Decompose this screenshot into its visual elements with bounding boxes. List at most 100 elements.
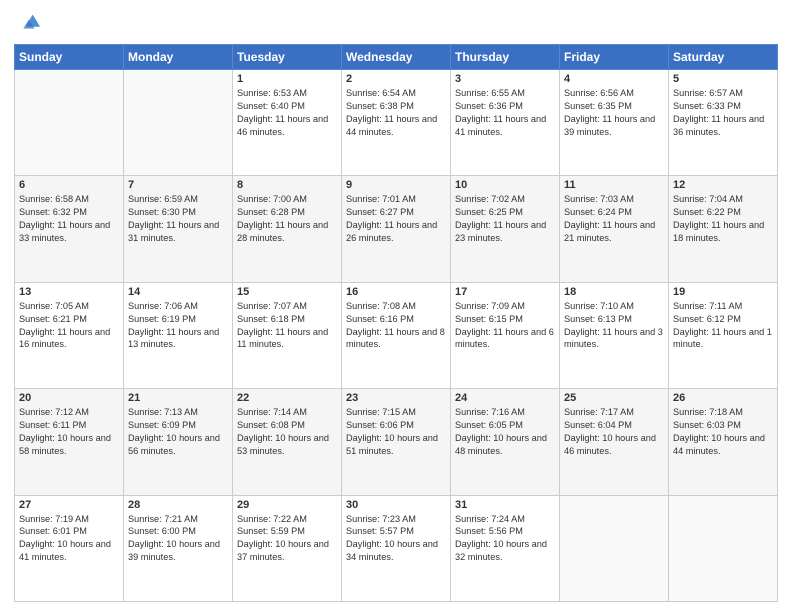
- day-info: Sunrise: 7:10 AM Sunset: 6:13 PM Dayligh…: [564, 300, 664, 352]
- day-info: Sunrise: 7:11 AM Sunset: 6:12 PM Dayligh…: [673, 300, 773, 352]
- day-number: 27: [19, 499, 119, 511]
- calendar-cell: 1 Sunrise: 6:53 AM Sunset: 6:40 PM Daylig…: [233, 70, 342, 176]
- calendar-cell: [124, 70, 233, 176]
- calendar-cell: 11Sunrise: 7:03 AM Sunset: 6:24 PM Dayli…: [560, 176, 669, 282]
- calendar-cell: 14 Sunrise: 7:06 AM Sunset: 6:19 PM Dayli…: [124, 282, 233, 388]
- calendar-cell: 20 Sunrise: 7:12 AM Sunset: 6:11 PM Dayli…: [15, 389, 124, 495]
- day-info: Sunrise: 7:06 AM Sunset: 6:19 PM Dayligh…: [128, 300, 228, 352]
- day-info: Sunrise: 6:55 AM Sunset: 6:36 PM Dayligh…: [455, 87, 555, 139]
- calendar-cell: [669, 495, 778, 601]
- calendar-cell: 17Sunrise: 7:09 AM Sunset: 6:15 PM Dayli…: [451, 282, 560, 388]
- calendar-header-row: SundayMondayTuesdayWednesdayThursdayFrid…: [15, 45, 778, 70]
- day-info: Sunrise: 7:19 AM Sunset: 6:01 PM Dayligh…: [19, 513, 119, 565]
- day-number: 20: [19, 392, 119, 404]
- calendar-cell: 7 Sunrise: 6:59 AM Sunset: 6:30 PM Daylig…: [124, 176, 233, 282]
- calendar-cell: 18 Sunrise: 7:10 AM Sunset: 6:13 PM Dayli…: [560, 282, 669, 388]
- day-number: 30: [346, 499, 446, 511]
- header: [14, 10, 778, 38]
- calendar-cell: 24 Sunrise: 7:16 AM Sunset: 6:05 PM Dayli…: [451, 389, 560, 495]
- day-number: 11: [564, 179, 664, 191]
- calendar-cell: 29 Sunrise: 7:22 AM Sunset: 5:59 PM Dayli…: [233, 495, 342, 601]
- calendar-cell: 5 Sunrise: 6:57 AM Sunset: 6:33 PM Daylig…: [669, 70, 778, 176]
- day-header-wednesday: Wednesday: [342, 45, 451, 70]
- day-info: Sunrise: 7:00 AM Sunset: 6:28 PM Dayligh…: [237, 193, 337, 245]
- calendar-cell: 28 Sunrise: 7:21 AM Sunset: 6:00 PM Dayli…: [124, 495, 233, 601]
- calendar-cell: 6Sunrise: 6:58 AM Sunset: 6:32 PM Daylig…: [15, 176, 124, 282]
- day-info: Sunrise: 7:13 AM Sunset: 6:09 PM Dayligh…: [128, 406, 228, 458]
- day-info: Sunrise: 6:57 AM Sunset: 6:33 PM Dayligh…: [673, 87, 773, 139]
- calendar-cell: 31 Sunrise: 7:24 AM Sunset: 5:56 PM Dayli…: [451, 495, 560, 601]
- day-number: 7: [128, 179, 228, 191]
- calendar-cell: 16Sunrise: 7:08 AM Sunset: 6:16 PM Dayli…: [342, 282, 451, 388]
- day-number: 29: [237, 499, 337, 511]
- calendar-cell: 15 Sunrise: 7:07 AM Sunset: 6:18 PM Dayli…: [233, 282, 342, 388]
- calendar-cell: 19 Sunrise: 7:11 AM Sunset: 6:12 PM Dayli…: [669, 282, 778, 388]
- day-number: 12: [673, 179, 773, 191]
- day-info: Sunrise: 6:54 AM Sunset: 6:38 PM Dayligh…: [346, 87, 446, 139]
- calendar-cell: 30 Sunrise: 7:23 AM Sunset: 5:57 PM Dayli…: [342, 495, 451, 601]
- calendar-week-3: 13Sunrise: 7:05 AM Sunset: 6:21 PM Dayli…: [15, 282, 778, 388]
- day-number: 14: [128, 286, 228, 298]
- calendar-week-4: 20 Sunrise: 7:12 AM Sunset: 6:11 PM Dayli…: [15, 389, 778, 495]
- calendar-cell: 25 Sunrise: 7:17 AM Sunset: 6:04 PM Dayli…: [560, 389, 669, 495]
- logo: [14, 10, 46, 38]
- day-info: Sunrise: 6:56 AM Sunset: 6:35 PM Dayligh…: [564, 87, 664, 139]
- day-info: Sunrise: 6:53 AM Sunset: 6:40 PM Dayligh…: [237, 87, 337, 139]
- calendar-cell: 9Sunrise: 7:01 AM Sunset: 6:27 PM Daylig…: [342, 176, 451, 282]
- day-header-tuesday: Tuesday: [233, 45, 342, 70]
- calendar-cell: 12Sunrise: 7:04 AM Sunset: 6:22 PM Dayli…: [669, 176, 778, 282]
- calendar-cell: 8 Sunrise: 7:00 AM Sunset: 6:28 PM Daylig…: [233, 176, 342, 282]
- day-info: Sunrise: 7:08 AM Sunset: 6:16 PM Dayligh…: [346, 300, 446, 352]
- day-info: Sunrise: 7:02 AM Sunset: 6:25 PM Dayligh…: [455, 193, 555, 245]
- day-number: 1: [237, 73, 337, 85]
- day-number: 23: [346, 392, 446, 404]
- day-info: Sunrise: 7:22 AM Sunset: 5:59 PM Dayligh…: [237, 513, 337, 565]
- day-number: 31: [455, 499, 555, 511]
- calendar-cell: 22Sunrise: 7:14 AM Sunset: 6:08 PM Dayli…: [233, 389, 342, 495]
- day-info: Sunrise: 7:16 AM Sunset: 6:05 PM Dayligh…: [455, 406, 555, 458]
- day-number: 21: [128, 392, 228, 404]
- day-info: Sunrise: 7:21 AM Sunset: 6:00 PM Dayligh…: [128, 513, 228, 565]
- day-number: 15: [237, 286, 337, 298]
- day-number: 9: [346, 179, 446, 191]
- day-header-saturday: Saturday: [669, 45, 778, 70]
- day-info: Sunrise: 7:24 AM Sunset: 5:56 PM Dayligh…: [455, 513, 555, 565]
- day-info: Sunrise: 7:23 AM Sunset: 5:57 PM Dayligh…: [346, 513, 446, 565]
- day-header-friday: Friday: [560, 45, 669, 70]
- calendar-cell: 3 Sunrise: 6:55 AM Sunset: 6:36 PM Daylig…: [451, 70, 560, 176]
- day-info: Sunrise: 6:58 AM Sunset: 6:32 PM Dayligh…: [19, 193, 119, 245]
- day-number: 5: [673, 73, 773, 85]
- day-number: 19: [673, 286, 773, 298]
- day-number: 10: [455, 179, 555, 191]
- day-number: 17: [455, 286, 555, 298]
- day-header-sunday: Sunday: [15, 45, 124, 70]
- calendar-cell: [560, 495, 669, 601]
- day-header-thursday: Thursday: [451, 45, 560, 70]
- day-number: 28: [128, 499, 228, 511]
- day-info: Sunrise: 7:07 AM Sunset: 6:18 PM Dayligh…: [237, 300, 337, 352]
- calendar-cell: 2Sunrise: 6:54 AM Sunset: 6:38 PM Daylig…: [342, 70, 451, 176]
- day-number: 8: [237, 179, 337, 191]
- day-info: Sunrise: 7:15 AM Sunset: 6:06 PM Dayligh…: [346, 406, 446, 458]
- page: SundayMondayTuesdayWednesdayThursdayFrid…: [0, 0, 792, 612]
- day-info: Sunrise: 7:12 AM Sunset: 6:11 PM Dayligh…: [19, 406, 119, 458]
- calendar-cell: 4Sunrise: 6:56 AM Sunset: 6:35 PM Daylig…: [560, 70, 669, 176]
- calendar-cell: 21 Sunrise: 7:13 AM Sunset: 6:09 PM Dayli…: [124, 389, 233, 495]
- day-info: Sunrise: 7:14 AM Sunset: 6:08 PM Dayligh…: [237, 406, 337, 458]
- calendar-cell: 27 Sunrise: 7:19 AM Sunset: 6:01 PM Dayli…: [15, 495, 124, 601]
- calendar-cell: 26 Sunrise: 7:18 AM Sunset: 6:03 PM Dayli…: [669, 389, 778, 495]
- day-info: Sunrise: 7:18 AM Sunset: 6:03 PM Dayligh…: [673, 406, 773, 458]
- day-info: Sunrise: 7:17 AM Sunset: 6:04 PM Dayligh…: [564, 406, 664, 458]
- logo-icon: [14, 10, 42, 38]
- day-info: Sunrise: 7:05 AM Sunset: 6:21 PM Dayligh…: [19, 300, 119, 352]
- day-number: 18: [564, 286, 664, 298]
- calendar-week-2: 6Sunrise: 6:58 AM Sunset: 6:32 PM Daylig…: [15, 176, 778, 282]
- calendar-cell: 13Sunrise: 7:05 AM Sunset: 6:21 PM Dayli…: [15, 282, 124, 388]
- day-info: Sunrise: 6:59 AM Sunset: 6:30 PM Dayligh…: [128, 193, 228, 245]
- calendar-week-5: 27 Sunrise: 7:19 AM Sunset: 6:01 PM Dayli…: [15, 495, 778, 601]
- day-number: 3: [455, 73, 555, 85]
- day-number: 25: [564, 392, 664, 404]
- day-number: 24: [455, 392, 555, 404]
- day-number: 26: [673, 392, 773, 404]
- day-header-monday: Monday: [124, 45, 233, 70]
